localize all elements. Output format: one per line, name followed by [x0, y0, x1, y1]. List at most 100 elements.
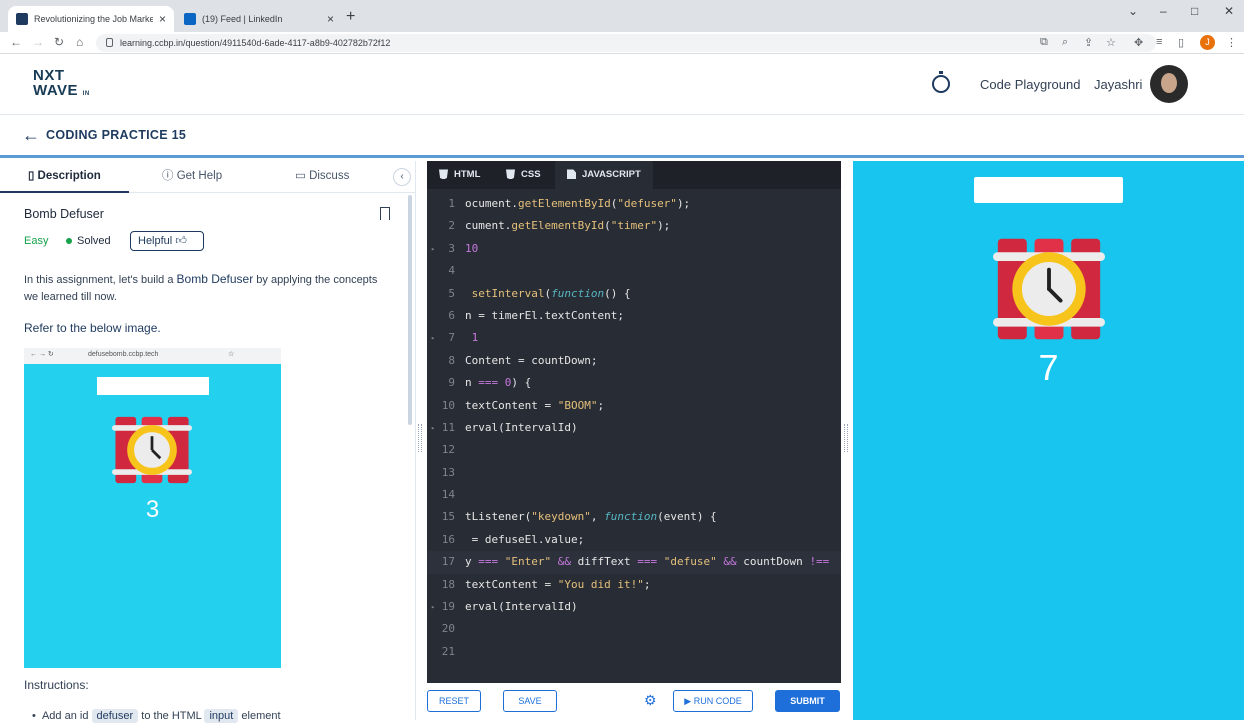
browser-tab-linkedin[interactable]: (19) Feed | LinkedIn × — [176, 6, 342, 32]
reading-list-icon[interactable]: ≡ — [1156, 36, 1162, 48]
code-line[interactable]: 9 n === 0) { — [427, 372, 841, 394]
code-line[interactable]: 21 — [427, 641, 841, 663]
lock-icon — [106, 38, 113, 47]
code-line[interactable]: ▸ 19 erval(IntervalId) — [427, 596, 841, 618]
forward-icon[interactable]: → — [32, 35, 44, 49]
minimize-icon[interactable]: – — [1160, 4, 1167, 18]
defuser-input[interactable] — [974, 177, 1123, 203]
tab-css[interactable]: CSS — [506, 161, 541, 189]
editor-action-bar: RESET SAVE ⚙ ▶ RUN CODE SUBMIT — [416, 683, 852, 720]
url-field[interactable]: learning.ccbp.in/question/4911540d-6ade-… — [96, 34, 1156, 52]
back-arrow-icon[interactable]: ← — [22, 125, 40, 146]
code-text: erval(IntervalId) — [465, 420, 578, 434]
code-line[interactable]: 4 — [427, 260, 841, 282]
helpful-button[interactable]: Helpful 👍︎ — [130, 231, 204, 251]
gear-icon[interactable]: ⚙ — [644, 692, 657, 709]
output-preview: 7 — [853, 161, 1244, 720]
share-icon[interactable]: ⇪ — [1084, 36, 1093, 49]
preview-browser-bar: ← → ↻ defusebomb.ccbp.tech ☆ — [24, 348, 281, 364]
solved-dot-icon — [66, 238, 72, 245]
line-number: 20 — [441, 622, 455, 636]
description-tabs: ▯ Description ⓘ Get Help ▭ Discuss ‹ — [0, 161, 416, 193]
code-playground-link[interactable]: Code Playground — [980, 77, 1080, 92]
code-line[interactable]: ▸ 11 erval(IntervalId) — [427, 417, 841, 439]
menu-kebab-icon[interactable]: ⋮ — [1226, 36, 1237, 49]
instruction-text: to the HTML — [141, 710, 202, 722]
submit-button[interactable]: SUBMIT — [775, 690, 840, 712]
code-line[interactable]: 13 — [427, 462, 841, 484]
code-line[interactable]: 20 — [427, 618, 841, 640]
back-icon[interactable]: ← — [10, 35, 22, 49]
reset-button[interactable]: RESET — [427, 690, 481, 712]
close-window-icon[interactable]: ✕ — [1224, 4, 1234, 18]
save-button[interactable]: SAVE — [503, 690, 557, 712]
line-number: 17 — [441, 555, 455, 569]
code-line[interactable]: 12 — [427, 439, 841, 461]
tab-close-icon[interactable]: × — [327, 12, 334, 26]
preview-url: defusebomb.ccbp.tech — [88, 351, 159, 358]
panel-scrollbar[interactable] — [408, 195, 412, 425]
code-line[interactable]: 17 y === "Enter" && diffText === "defuse"… — [427, 551, 841, 574]
code-line[interactable]: 10 textContent = "BOOM"; — [427, 395, 841, 417]
tab-javascript[interactable]: JAVASCRIPT — [555, 161, 653, 189]
tab-description[interactable]: ▯ Description — [0, 161, 129, 193]
editor-tabs: HTML CSS JAVASCRIPT — [427, 161, 841, 189]
code-line[interactable]: 14 — [427, 484, 841, 506]
code-text: tListener("keydown", function(event) { — [465, 510, 717, 524]
code-editor[interactable]: HTML CSS JAVASCRIPT 1 ocument.getElementB… — [427, 161, 841, 683]
profile-avatar[interactable]: J — [1200, 35, 1215, 50]
preview-bomb-icon — [112, 416, 192, 484]
maximize-icon[interactable]: □ — [1191, 4, 1198, 18]
code-line[interactable]: ▸ 7 1 — [427, 327, 841, 349]
preview-countdown: 3 — [145, 496, 160, 523]
code-line[interactable]: 1 ocument.getElementById("defuser"); — [427, 193, 841, 215]
open-in-icon[interactable]: ⧉ — [1040, 36, 1048, 49]
line-number: 10 — [441, 398, 455, 412]
code-line[interactable]: 5 setInterval(function() { — [427, 283, 841, 305]
line-number: 18 — [441, 577, 455, 591]
code-line[interactable]: 8 Content = countDown; — [427, 350, 841, 372]
tab-discuss[interactable]: ▭ Discuss — [295, 161, 349, 193]
code-text: cument.getElementById("timer"); — [465, 219, 671, 233]
resize-handle-right[interactable] — [844, 424, 848, 452]
tab-close-icon[interactable]: × — [159, 12, 166, 26]
tab-get-help[interactable]: ⓘ Get Help — [162, 161, 222, 193]
avatar[interactable] — [1150, 65, 1188, 103]
code-line[interactable]: 15 tListener("keydown", function(event) { — [427, 506, 841, 528]
run-code-button[interactable]: ▶ RUN CODE — [673, 690, 753, 712]
linkedin-favicon-icon — [184, 13, 196, 25]
stopwatch-icon[interactable] — [932, 71, 950, 93]
star-icon[interactable]: ☆ — [1106, 36, 1116, 49]
code-line[interactable]: 2 cument.getElementById("timer"); — [427, 215, 841, 237]
home-icon[interactable]: ⌂ — [76, 35, 83, 49]
extensions-icon[interactable]: ✥ — [1134, 36, 1143, 49]
chat-icon: ▭ — [295, 170, 310, 182]
description-panel: ▯ Description ⓘ Get Help ▭ Discuss ‹ Bom… — [0, 161, 416, 723]
tab-html[interactable]: HTML — [439, 161, 480, 189]
bookmark-icon[interactable] — [380, 207, 390, 220]
countdown-value: 7 — [1038, 347, 1059, 388]
address-bar-row: ← → ↻ ⌂ learning.ccbp.in/question/491154… — [0, 32, 1244, 54]
code-line[interactable]: 6 n = timerEl.textContent; — [427, 305, 841, 327]
reload-icon[interactable]: ↻ — [54, 35, 64, 49]
code-line[interactable]: ▸ 3 10 — [427, 238, 841, 260]
sidepanel-icon[interactable]: ▯ — [1178, 36, 1184, 49]
code-chip: defuser — [91, 709, 139, 723]
user-name[interactable]: Jayashri — [1094, 77, 1142, 92]
code-lines[interactable]: 1 ocument.getElementById("defuser"); 2 cume… — [427, 193, 841, 663]
code-line[interactable]: 16 = defuseEl.value; — [427, 529, 841, 551]
instruction-text: Add an id — [41, 710, 89, 722]
resize-handle-left[interactable] — [418, 424, 422, 452]
collapse-panel-icon[interactable]: ‹ — [393, 168, 411, 186]
browser-tab-active[interactable]: Revolutionizing the Job Market | × — [8, 6, 174, 32]
line-number: 5 — [448, 286, 455, 300]
new-tab-icon[interactable]: + — [346, 8, 355, 26]
zoom-icon[interactable]: ⌕ — [1062, 36, 1068, 49]
difficulty-badge: Easy — [24, 235, 49, 247]
nxtwave-logo[interactable]: NXT WAVE IN — [33, 68, 90, 102]
line-number: 7 — [448, 331, 455, 345]
line-number: 6 — [448, 308, 455, 322]
tab-search-icon[interactable]: ⌄ — [1128, 4, 1138, 18]
code-line[interactable]: 18 textContent = "You did it!"; — [427, 574, 841, 596]
line-number: 19 — [441, 600, 455, 614]
